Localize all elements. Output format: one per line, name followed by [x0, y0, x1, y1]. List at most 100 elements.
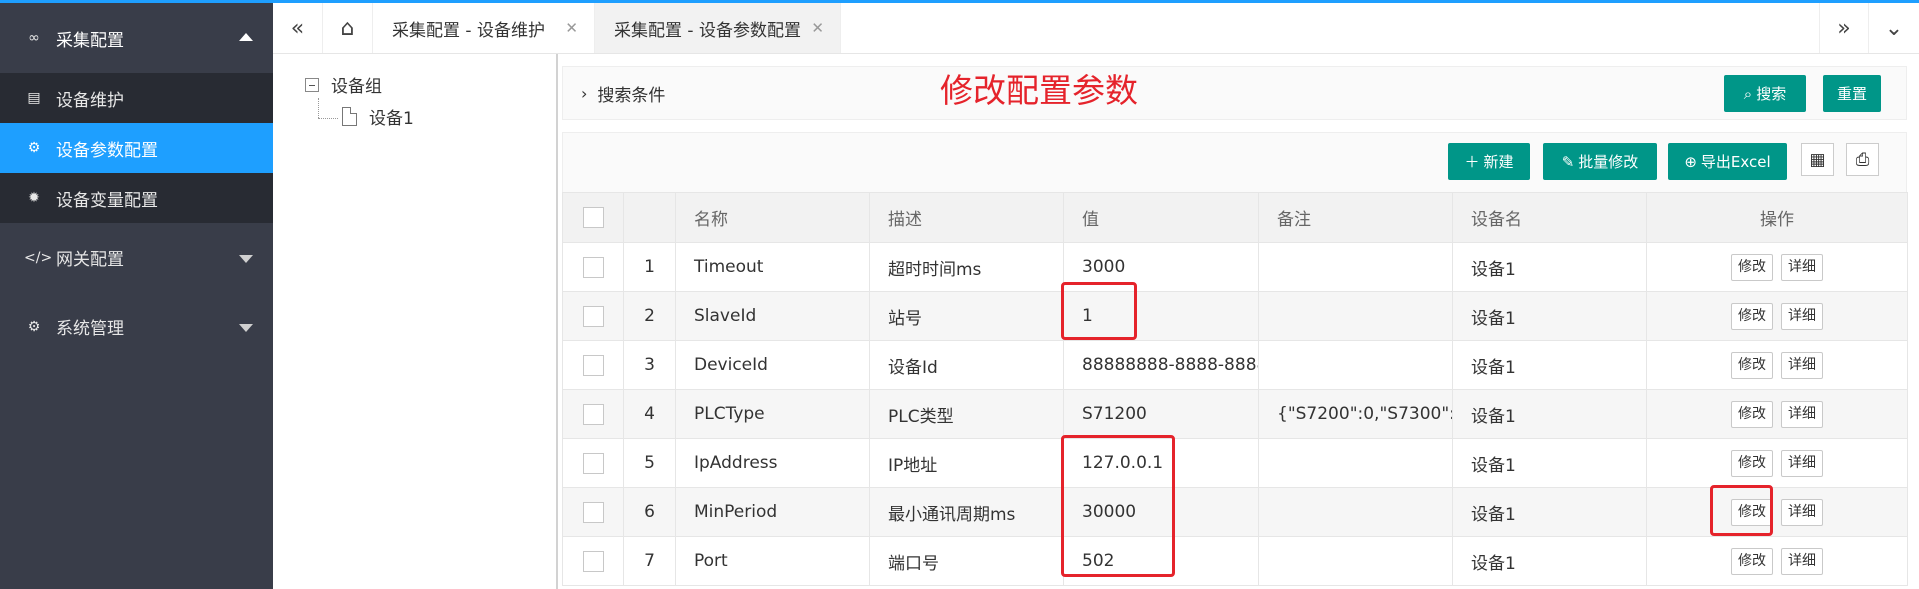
- annotation-text: 修改配置参数: [940, 71, 1138, 110]
- cell-device-name: 设备1: [1452, 291, 1647, 341]
- cell-device-name: 设备1: [1452, 389, 1647, 439]
- row-checkbox[interactable]: [582, 256, 604, 278]
- cell-remark: [1258, 438, 1453, 488]
- detail-button[interactable]: 详细: [1781, 351, 1823, 379]
- edit-button[interactable]: 修改: [1731, 449, 1773, 477]
- search-button-label: 搜索: [1756, 85, 1787, 103]
- table-row[interactable]: 6 MinPeriod 最小通讯周期ms 30000 设备1 修改 详细: [562, 487, 1908, 537]
- scroll-left-icon[interactable]: «: [273, 3, 323, 53]
- column-header-remark[interactable]: 备注: [1258, 192, 1453, 243]
- table-body: 1 Timeout 超时时间ms 3000 设备1 修改 详细 2 SlaveId 站号 1 设备1 修…: [562, 242, 1908, 586]
- row-number: 4: [623, 389, 676, 439]
- select-all-checkbox[interactable]: [582, 207, 604, 228]
- row-checkbox[interactable]: [582, 403, 604, 425]
- cell-device-name: 设备1: [1452, 487, 1647, 537]
- row-checkbox[interactable]: [582, 354, 604, 376]
- list-icon: ▤: [27, 90, 41, 106]
- tree-node-device-1[interactable]: 设备1: [342, 104, 414, 129]
- edit-button[interactable]: 修改: [1731, 302, 1773, 330]
- cell-name: SlaveId: [675, 291, 870, 341]
- columns-icon[interactable]: ▦: [1801, 143, 1834, 176]
- link-icon: ∞: [28, 30, 40, 46]
- print-icon[interactable]: ⎙: [1846, 143, 1879, 176]
- sidebar-item-device-param-config[interactable]: ⚙ 设备参数配置: [0, 123, 273, 173]
- nav-group-system-management[interactable]: ⚙ 系统管理: [0, 292, 273, 361]
- table-row[interactable]: 1 Timeout 超时时间ms 3000 设备1 修改 详细: [562, 242, 1908, 292]
- tab-device-maintenance[interactable]: 采集配置 - 设备维护 ✕: [373, 3, 595, 53]
- sidebar-item-device-variable-config[interactable]: ✹ 设备变量配置: [0, 173, 273, 223]
- cell-operations: 修改 详细: [1646, 487, 1908, 537]
- cell-remark: [1258, 291, 1453, 341]
- cell-value: 127.0.0.1: [1063, 438, 1259, 488]
- nav-group-label: 采集配置: [56, 30, 124, 51]
- caret-down-icon: [239, 323, 253, 332]
- detail-button[interactable]: 详细: [1781, 400, 1823, 428]
- edit-button[interactable]: 修改: [1731, 400, 1773, 428]
- edit-button[interactable]: 修改: [1731, 253, 1773, 281]
- device-tree: [273, 54, 558, 589]
- edit-button[interactable]: 修改: [1731, 498, 1773, 526]
- row-select-cell: [562, 438, 624, 488]
- row-number: 7: [623, 536, 676, 586]
- detail-button[interactable]: 详细: [1781, 449, 1823, 477]
- column-header-value[interactable]: 值: [1063, 192, 1259, 243]
- search-button[interactable]: ⌕ 搜索: [1724, 75, 1806, 112]
- close-icon[interactable]: ✕: [811, 19, 824, 37]
- table-row[interactable]: 7 Port 端口号 502 设备1 修改 详细: [562, 536, 1908, 586]
- chevron-down-icon[interactable]: ⌄: [1869, 3, 1919, 53]
- search-conditions-label: 搜索条件: [597, 86, 666, 106]
- document-icon: [342, 107, 357, 126]
- cell-value: 3000: [1063, 242, 1259, 292]
- cell-device-name: 设备1: [1452, 340, 1647, 390]
- table-row[interactable]: 3 DeviceId 设备Id 88888888-8888-8888- 设备1 修改 详细: [562, 340, 1908, 390]
- row-checkbox[interactable]: [582, 452, 604, 474]
- tab-label: 采集配置 - 设备维护: [392, 20, 545, 41]
- chevron-right-icon: ›: [581, 84, 588, 103]
- close-icon[interactable]: ✕: [565, 19, 578, 37]
- batch-edit-button[interactable]: ✎ 批量修改: [1543, 143, 1657, 180]
- edit-button[interactable]: 修改: [1731, 547, 1773, 575]
- row-checkbox[interactable]: [582, 501, 604, 523]
- table-row[interactable]: 5 IpAddress IP地址 127.0.0.1 设备1 修改 详细: [562, 438, 1908, 488]
- export-excel-button[interactable]: ⊕ 导出Excel: [1668, 143, 1787, 180]
- table-row[interactable]: 2 SlaveId 站号 1 设备1 修改 详细: [562, 291, 1908, 341]
- cell-operations: 修改 详细: [1646, 389, 1908, 439]
- row-checkbox[interactable]: [582, 550, 604, 572]
- tree-node-device-group[interactable]: 设备组: [305, 72, 382, 97]
- row-checkbox[interactable]: [582, 305, 604, 327]
- detail-button[interactable]: 详细: [1781, 302, 1823, 330]
- plus-icon: ＋: [1464, 153, 1480, 171]
- column-header-description[interactable]: 描述: [869, 192, 1064, 243]
- edit-button[interactable]: 修改: [1731, 351, 1773, 379]
- sidebar-item-device-maintenance[interactable]: ▤ 设备维护: [0, 73, 273, 123]
- search-conditions-toggle[interactable]: › 搜索条件: [581, 81, 665, 106]
- export-excel-button-label: 导出Excel: [1700, 153, 1771, 171]
- cell-value: 1: [1063, 291, 1259, 341]
- detail-button[interactable]: 详细: [1781, 547, 1823, 575]
- row-number: 2: [623, 291, 676, 341]
- cell-value: S71200: [1063, 389, 1259, 439]
- home-icon[interactable]: ⌂: [323, 3, 373, 53]
- nav-group-collect-config[interactable]: ∞ 采集配置: [0, 3, 273, 73]
- batch-edit-button-label: 批量修改: [1578, 153, 1639, 171]
- row-number: 3: [623, 340, 676, 390]
- table-row[interactable]: 4PLCTypePLC类型S71200{"S7200":0,"S7300":1,…: [562, 389, 1908, 439]
- row-select-cell: [562, 340, 624, 390]
- caret-down-icon: [239, 254, 253, 263]
- detail-button[interactable]: 详细: [1781, 498, 1823, 526]
- cell-description: 站号: [869, 291, 1064, 341]
- reset-button[interactable]: 重置: [1823, 75, 1881, 112]
- row-number: 6: [623, 487, 676, 537]
- cell-description: 超时时间ms: [869, 242, 1064, 292]
- cell-name: DeviceId: [675, 340, 870, 390]
- tab-device-param-config[interactable]: 采集配置 - 设备参数配置 ✕: [595, 3, 841, 53]
- scroll-right-icon[interactable]: »: [1819, 3, 1869, 53]
- collapse-icon[interactable]: [305, 77, 319, 92]
- column-header-device-name[interactable]: 设备名: [1452, 192, 1647, 243]
- column-header-name[interactable]: 名称: [675, 192, 870, 243]
- detail-button[interactable]: 详细: [1781, 253, 1823, 281]
- new-button[interactable]: ＋ 新建: [1448, 143, 1530, 180]
- nav-group-gateway-config[interactable]: </> 网关配置: [0, 223, 273, 292]
- row-select-cell: [562, 536, 624, 586]
- cell-name: MinPeriod: [675, 487, 870, 537]
